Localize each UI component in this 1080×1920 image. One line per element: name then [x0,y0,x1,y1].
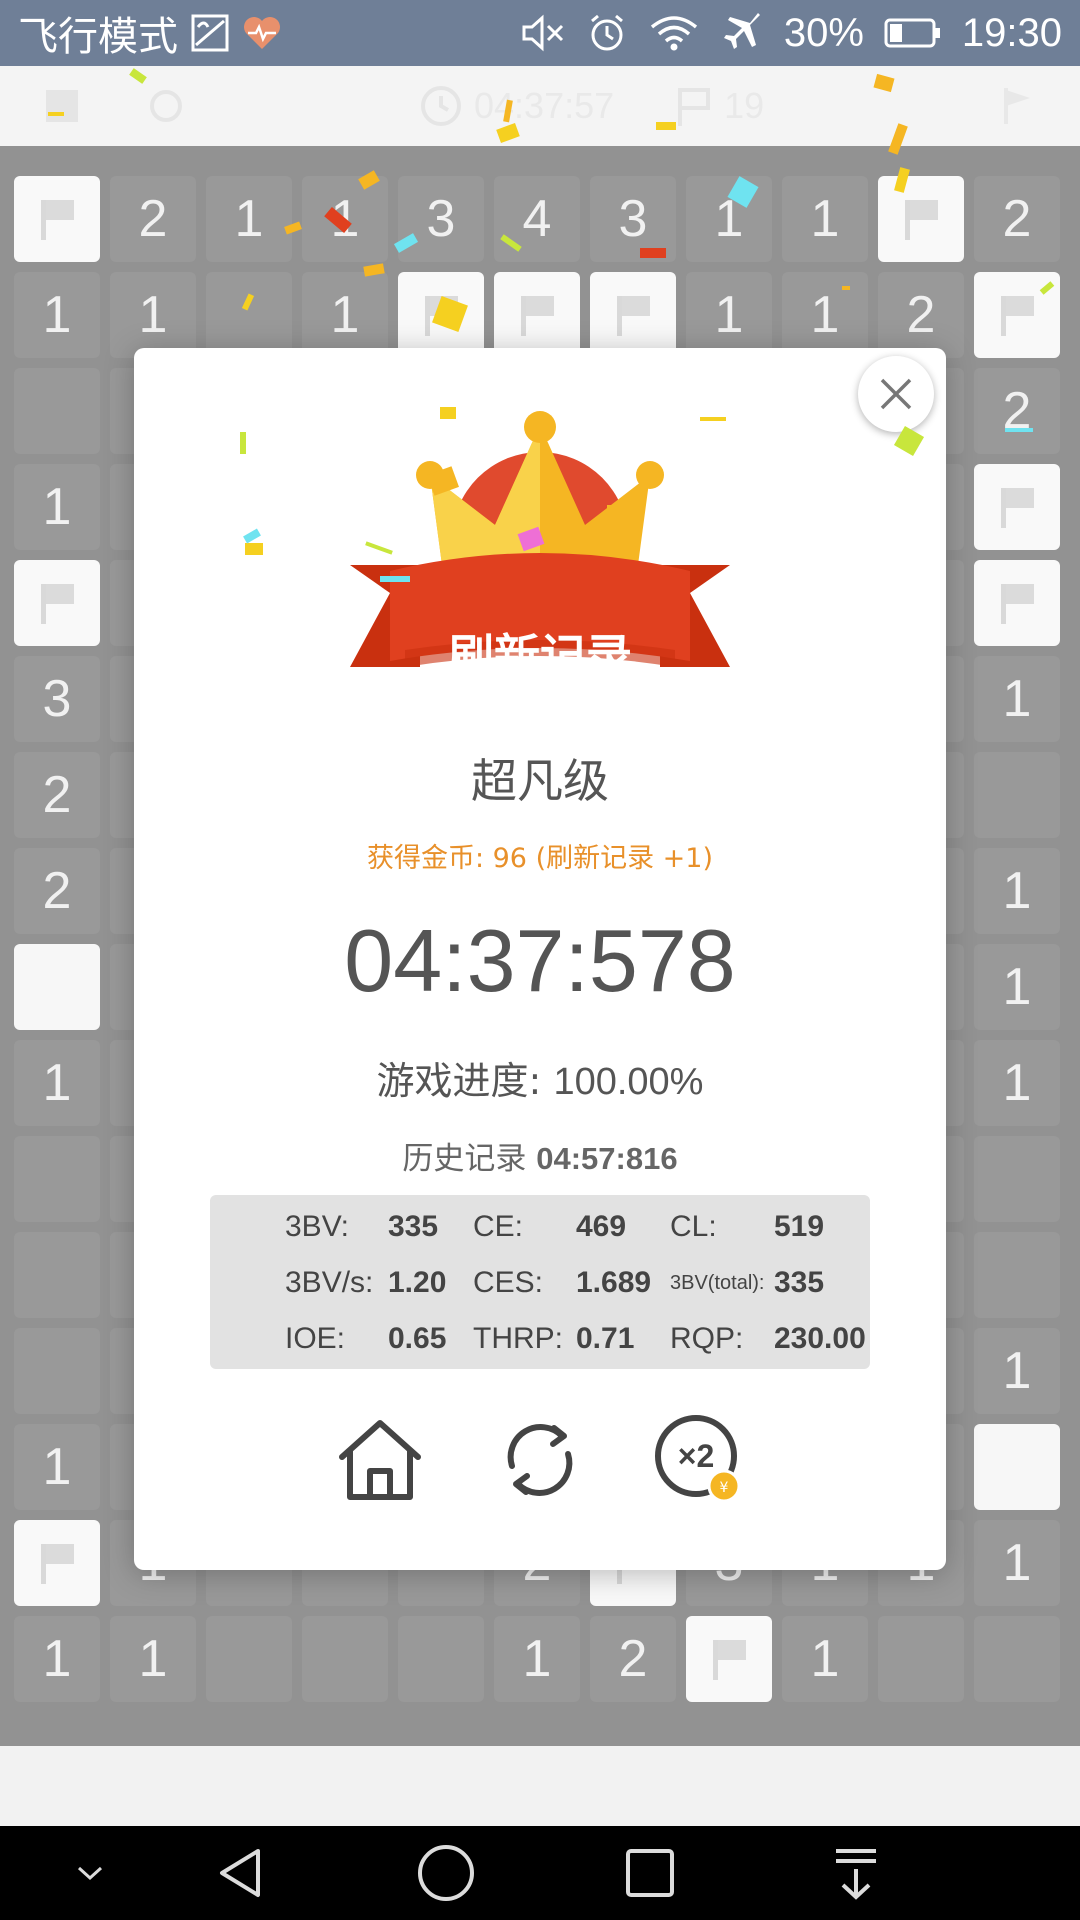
status-bar: 飞行模式 30% 19:30 [0,0,1080,66]
record-badge: 刷新记录 [350,405,730,715]
stat-label-3bv-total: 3BV(total): [670,1272,765,1294]
nav-back-button[interactable] [206,1826,278,1920]
chevron-down-icon [77,1866,103,1881]
double-coins-button[interactable]: ×2 ¥ [650,1410,750,1510]
battery-icon [884,17,942,49]
game-progress: 游戏进度: 100.00% [134,1050,946,1105]
coins-earned-text: 获得金币: 96 (刷新记录 +1) [366,843,714,874]
recents-square-icon [626,1849,674,1897]
confetti-piece [440,407,456,419]
finish-time: 04:37:578 [344,911,736,1010]
restart-button[interactable] [490,1410,590,1510]
health-heart-icon [242,15,282,51]
progress-value: 100.00% [553,1061,704,1103]
confetti-piece [700,417,726,421]
stat-value-3bv: 335 [388,1210,439,1243]
nav-notifications-button[interactable] [820,1826,892,1920]
alarm-icon [586,12,628,54]
close-button[interactable] [858,356,934,432]
stats-row: 3BV/s: 1.20 CES: 1.689 3BV(total): 335 [210,1255,870,1311]
stat-value-3bv-total: 335 [774,1266,825,1299]
stat-value-ioe: 0.65 [388,1322,447,1355]
stat-label-cl: CL: [670,1210,717,1243]
navigation-bar [0,1826,1080,1920]
stat-value-3bv-per-s: 1.20 [388,1266,447,1299]
image-icon [190,13,230,53]
double-coins-icon: ×2 ¥ [655,1415,741,1503]
stat-label-thrp: THRP: [473,1322,563,1355]
stat-value-ce: 469 [576,1210,627,1243]
home-circle-icon [418,1845,474,1901]
nav-home-button[interactable] [410,1826,482,1920]
confetti-piece [1005,428,1033,432]
stats-row: IOE: 0.65 THRP: 0.71 RQP: 230.00 [210,1311,870,1367]
progress-label: 游戏进度: [376,1059,542,1103]
nav-recents-button[interactable] [614,1826,686,1920]
confetti-piece [48,112,64,116]
confetti-piece [240,432,246,454]
home-icon [339,1420,421,1500]
nav-collapse-button[interactable] [60,1826,120,1920]
airplane-mode-text: 飞行模式 [18,15,178,59]
mute-icon [520,13,566,53]
stat-value-cl: 519 [774,1210,825,1243]
confetti-piece [640,248,666,258]
stat-value-rqp: 230.00 [774,1322,866,1355]
stat-value-thrp: 0.71 [576,1322,635,1355]
stat-value-ces: 1.689 [576,1266,652,1299]
restart-icon [507,1424,573,1496]
home-button[interactable] [330,1410,430,1510]
confetti-piece [607,505,621,521]
stat-label-ioe: IOE: [285,1322,346,1355]
pull-down-icon [836,1849,876,1900]
confetti-piece [656,122,676,130]
airplane-icon [720,11,764,55]
close-icon [880,378,912,410]
screen: 飞行模式 30% 19:30 04:37:57 19 2 1 3 4 3 1 1… [0,0,1080,1920]
clock-time: 19:30 [961,10,1062,55]
wifi-icon [648,13,700,53]
stat-label-rqp: RQP: [670,1322,744,1355]
stat-label-ces: CES: [473,1266,544,1299]
back-triangle-icon [220,1849,260,1897]
coin-symbol: ¥ [720,1480,729,1496]
history-label: 历史记录 [402,1141,527,1177]
history-record: 历史记录 04:57:816 [134,1133,946,1178]
action-bar: ×2 ¥ [134,1410,946,1510]
banner-title: 刷新记录 [448,629,632,683]
stat-label-3bv: 3BV: [285,1210,349,1243]
confetti-piece [380,576,410,582]
coins-earned: 获得金币: 96 (刷新记录 +1) [134,836,946,875]
stat-label-ce: CE: [473,1210,524,1243]
history-value: 04:57:816 [536,1141,678,1176]
confetti-piece [842,286,850,290]
battery-percent: 30% [783,10,864,55]
stats-panel: 3BV: 335 CE: 469 CL: 519 3BV/s: 1.20 CES… [210,1195,870,1369]
stat-label-3bv-per-s: 3BV/s: [285,1266,374,1299]
double-coins-text: ×2 [678,1438,714,1474]
board-bottom-area [0,1746,1080,1826]
confetti-piece [245,543,263,555]
stats-row: 3BV: 335 CE: 469 CL: 519 [210,1199,870,1255]
difficulty-level: 超凡级 [471,754,609,808]
